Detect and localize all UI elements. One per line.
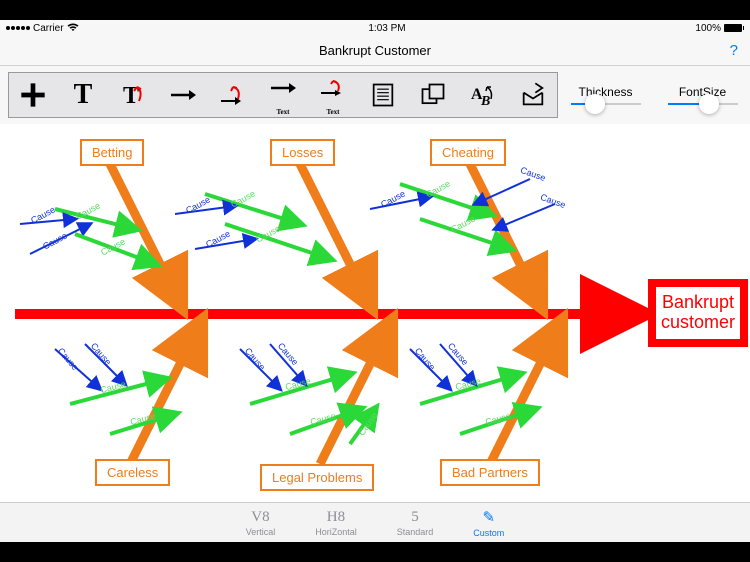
signal-dots-icon xyxy=(6,26,30,30)
plus-tool[interactable] xyxy=(17,77,49,113)
arrow-text-curve-tool[interactable]: Text xyxy=(317,77,349,113)
text-tool[interactable]: T xyxy=(67,77,99,113)
category-careless[interactable]: Careless xyxy=(95,459,170,486)
copy-tool[interactable] xyxy=(417,77,449,113)
fontsize-slider[interactable]: FontSize xyxy=(668,85,738,105)
tab-vertical[interactable]: V8 Vertical xyxy=(246,509,276,537)
effect-line2: customer xyxy=(661,312,735,332)
category-cheating[interactable]: Cheating xyxy=(430,139,506,166)
tab-bar: V8 Vertical H8 HoriZontal 5 Standard ✎ C… xyxy=(0,502,750,542)
standard-icon: 5 xyxy=(411,509,419,526)
category-betting[interactable]: Betting xyxy=(80,139,144,166)
category-partners[interactable]: Bad Partners xyxy=(440,459,540,486)
category-legal[interactable]: Legal Problems xyxy=(260,464,374,491)
wifi-icon xyxy=(67,23,79,34)
battery-percent: 100% xyxy=(695,23,721,34)
effect-box[interactable]: Bankrupt customer xyxy=(648,279,748,347)
effect-line1: Bankrupt xyxy=(662,292,734,312)
arrow-tool[interactable] xyxy=(167,77,199,113)
font-style-tool[interactable]: AB xyxy=(467,77,499,113)
export-tool[interactable] xyxy=(517,77,549,113)
tool-palette: T T Text Text AB xyxy=(8,72,558,118)
arrow-curve-tool[interactable] xyxy=(217,77,249,113)
battery-icon xyxy=(724,24,744,32)
status-bar: Carrier 1:03 PM 100% xyxy=(0,20,750,36)
clock: 1:03 PM xyxy=(368,23,405,34)
category-losses[interactable]: Losses xyxy=(270,139,335,166)
fishbone-svg xyxy=(0,124,750,504)
text-curve-tool[interactable]: T xyxy=(117,77,149,113)
tab-horizontal[interactable]: H8 HoriZontal xyxy=(315,509,357,537)
document-tool[interactable] xyxy=(367,77,399,113)
help-button[interactable]: ? xyxy=(730,42,738,59)
tab-standard[interactable]: 5 Standard xyxy=(397,509,434,537)
diagram-canvas[interactable]: Betting Losses Cheating Careless Legal P… xyxy=(0,124,750,504)
page-title: Bankrupt Customer xyxy=(319,43,431,58)
svg-text:B: B xyxy=(480,94,490,109)
tab-custom[interactable]: ✎ Custom xyxy=(473,508,504,538)
horizontal-icon: H8 xyxy=(327,509,345,526)
nav-bar: Bankrupt Customer ? xyxy=(0,36,750,66)
thickness-slider[interactable]: Thickness xyxy=(571,85,641,105)
pencil-icon: ✎ xyxy=(482,508,495,527)
arrow-text-tool[interactable]: Text xyxy=(267,77,299,113)
vertical-icon: V8 xyxy=(251,509,269,526)
carrier-label: Carrier xyxy=(33,23,64,34)
